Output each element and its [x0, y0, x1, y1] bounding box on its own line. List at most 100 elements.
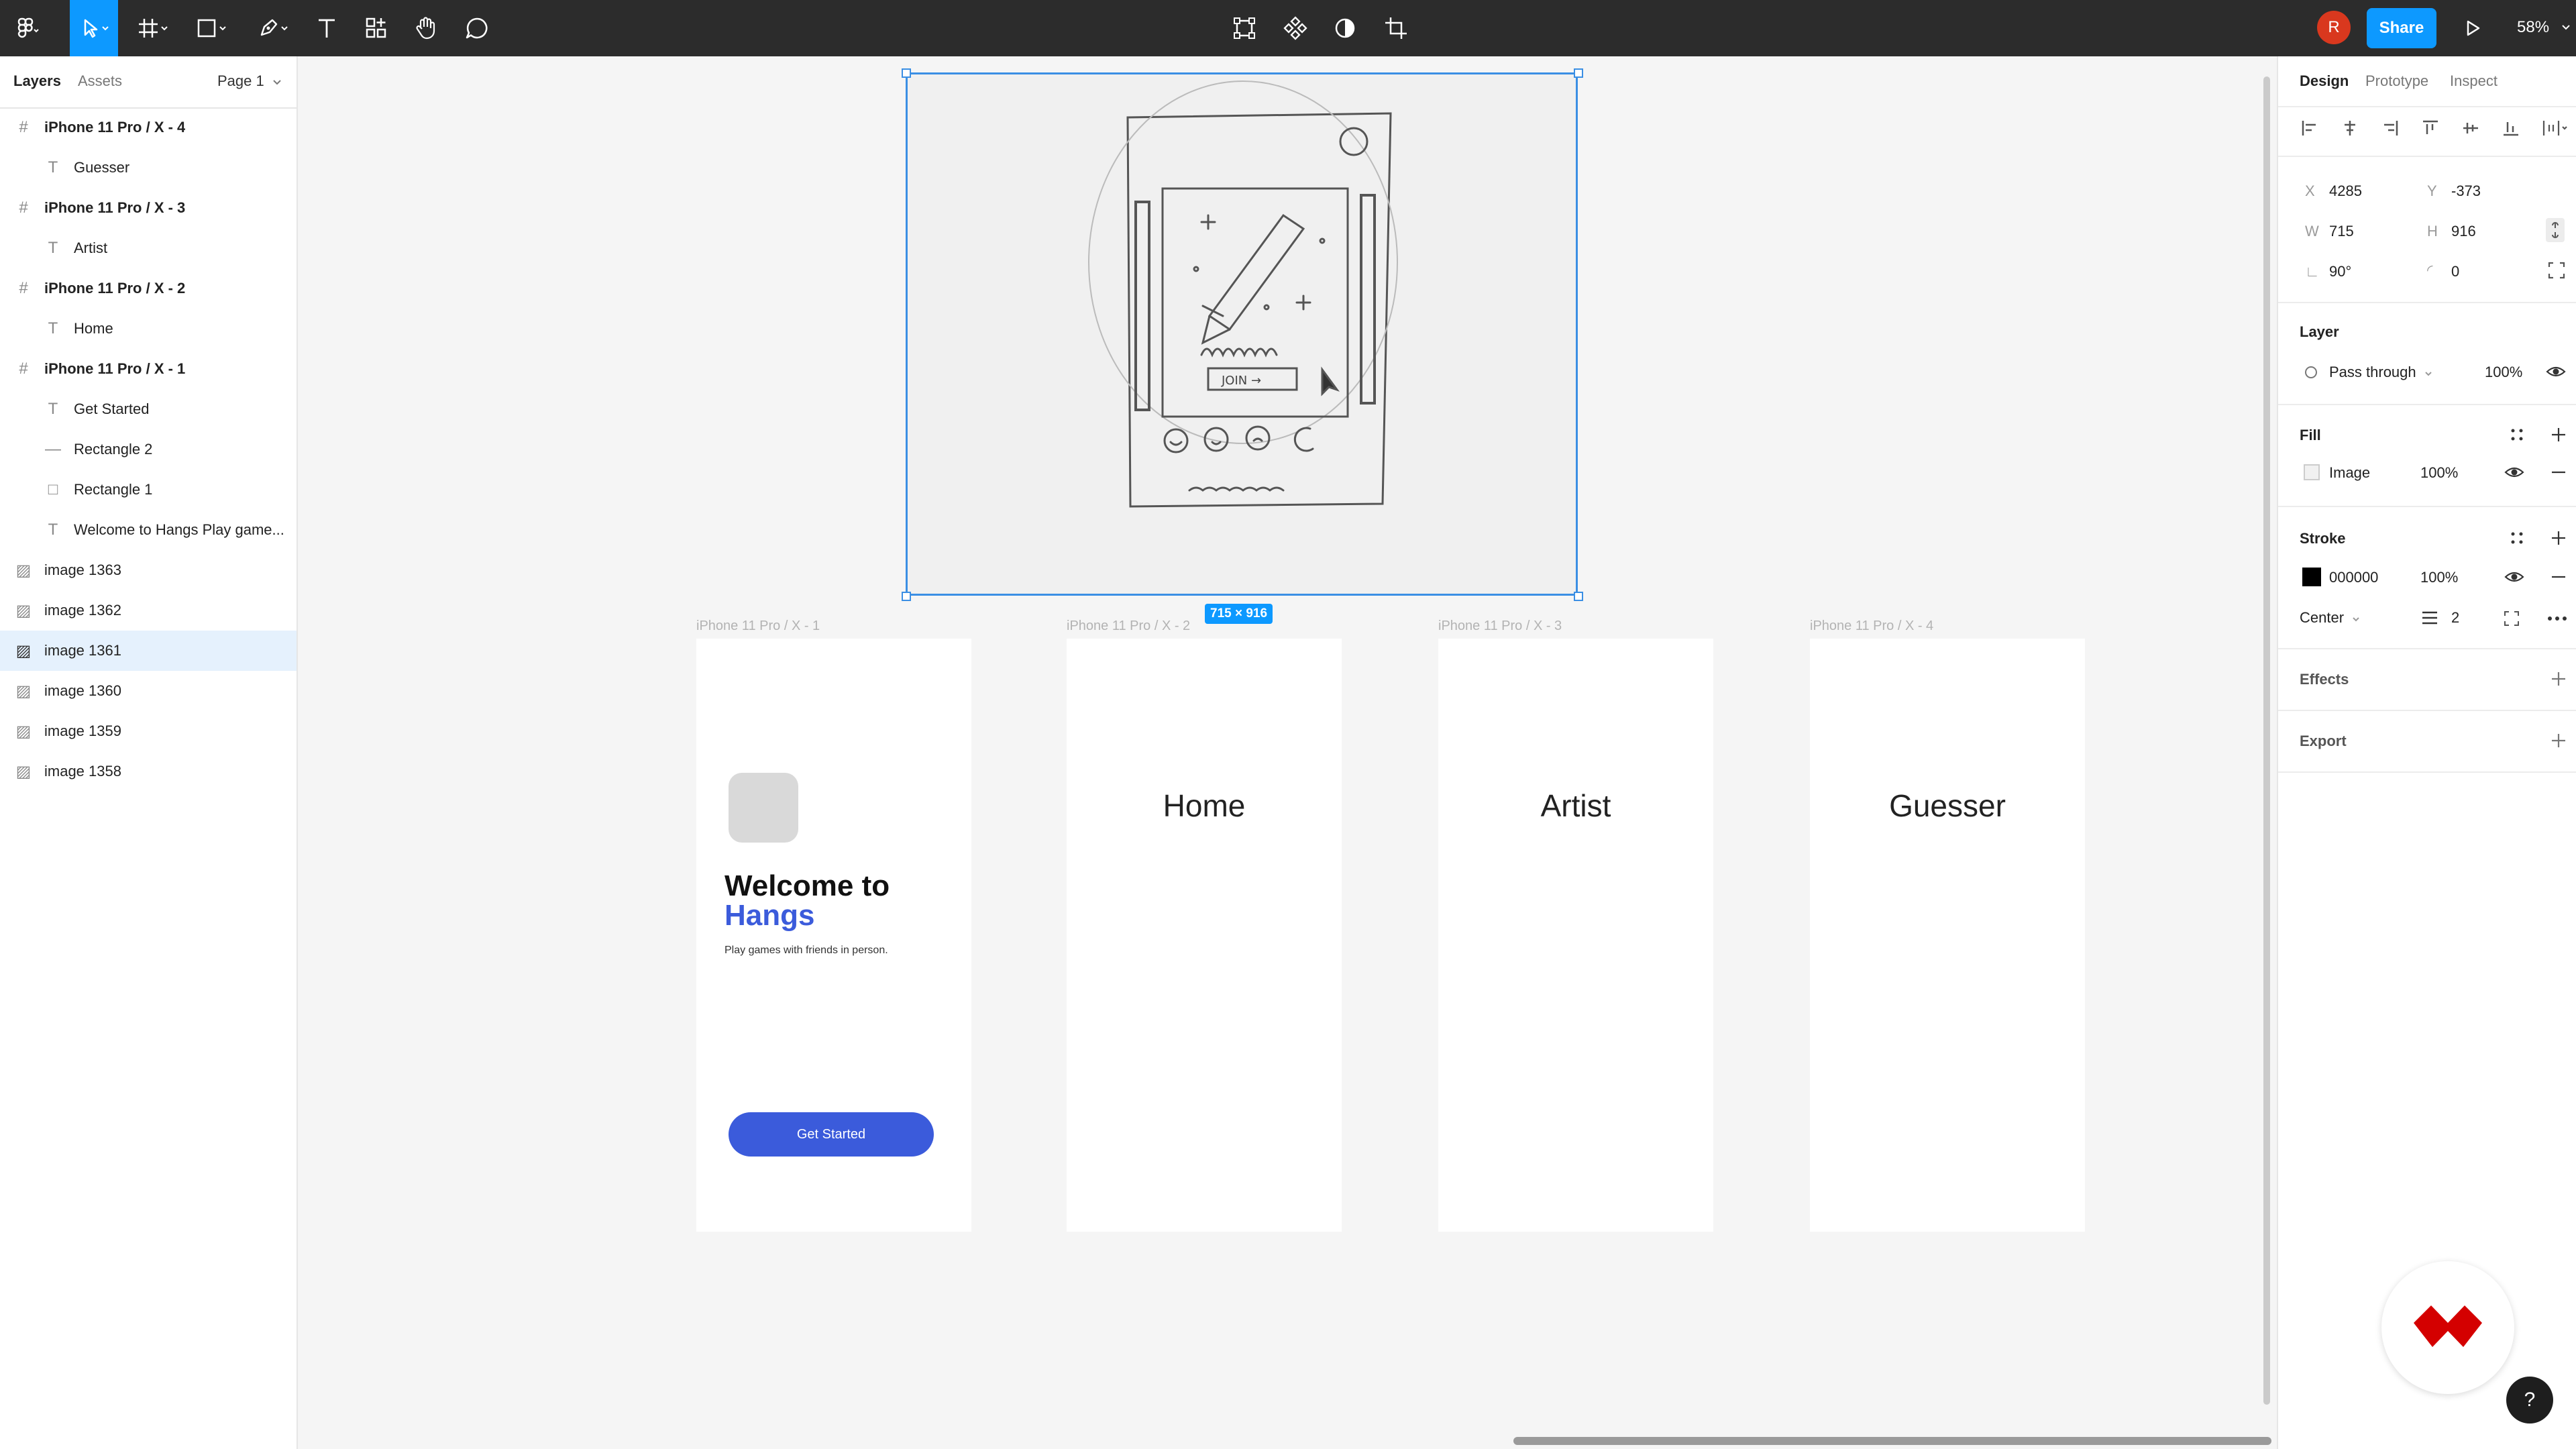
- resize-handle-top-left[interactable]: [902, 68, 911, 78]
- eye-icon[interactable]: [2504, 568, 2525, 586]
- edit-object-icon[interactable]: [1228, 0, 1261, 56]
- x-input[interactable]: 4285: [2329, 182, 2362, 200]
- layer-row[interactable]: T Guesser: [0, 148, 297, 188]
- help-button[interactable]: ?: [2506, 1377, 2553, 1424]
- eye-icon[interactable]: [2504, 463, 2525, 482]
- move-tool-icon[interactable]: [70, 0, 118, 56]
- stroke-weight-input[interactable]: 2: [2451, 609, 2459, 627]
- layer-row[interactable]: T Welcome to Hangs Play game...: [0, 510, 297, 550]
- frame-home[interactable]: Home: [1067, 639, 1342, 1232]
- design-canvas[interactable]: JOIN → 715 × 916 iPhone 11 Pro / X - 1 i…: [299, 56, 2275, 1449]
- y-input[interactable]: -373: [2451, 182, 2481, 200]
- component-icon[interactable]: [1279, 0, 1312, 56]
- mask-icon[interactable]: [1328, 0, 1362, 56]
- layer-row-selected[interactable]: ▨ image 1361: [0, 631, 297, 671]
- frame-guesser[interactable]: Guesser: [1810, 639, 2085, 1232]
- align-right-icon[interactable]: [2380, 118, 2400, 138]
- stroke-color-input[interactable]: 000000: [2329, 569, 2378, 586]
- page-selector[interactable]: Page 1: [217, 72, 282, 90]
- remove-stroke-icon[interactable]: [2549, 568, 2568, 586]
- fill-image-swatch[interactable]: [2304, 464, 2320, 480]
- layer-row[interactable]: ― Rectangle 2: [0, 429, 297, 470]
- zoom-level[interactable]: 58%: [2517, 18, 2549, 37]
- frame-artist[interactable]: Artist: [1438, 639, 1713, 1232]
- add-effect-icon[interactable]: [2549, 669, 2568, 688]
- align-horizontal-center-icon[interactable]: [2340, 118, 2360, 138]
- resources-icon[interactable]: [360, 0, 393, 56]
- independent-corners-icon[interactable]: [2548, 262, 2565, 279]
- layer-row[interactable]: □ Rectangle 1: [0, 470, 297, 510]
- stroke-sides-icon[interactable]: [2502, 609, 2521, 628]
- comment-icon[interactable]: [460, 0, 494, 56]
- selected-image-1361[interactable]: JOIN →: [906, 72, 1578, 596]
- layer-opacity-input[interactable]: 100%: [2485, 364, 2522, 381]
- frame-label[interactable]: iPhone 11 Pro / X - 2: [1067, 619, 1190, 634]
- resize-handle-bottom-right[interactable]: [1574, 592, 1583, 601]
- vertical-scrollbar[interactable]: [2263, 76, 2270, 1405]
- frame-label[interactable]: iPhone 11 Pro / X - 1: [696, 619, 820, 634]
- stroke-color-swatch[interactable]: [2302, 568, 2321, 586]
- crop-icon[interactable]: [1379, 0, 1413, 56]
- text-layer-icon: T: [48, 319, 58, 337]
- figma-menu-icon[interactable]: [7, 0, 44, 56]
- stroke-opacity-input[interactable]: 100%: [2420, 569, 2458, 586]
- layer-row[interactable]: ▨ image 1359: [0, 711, 297, 751]
- tab-design[interactable]: Design: [2300, 72, 2349, 90]
- fill-type-label[interactable]: Image: [2329, 464, 2370, 482]
- layer-row[interactable]: ▨ image 1363: [0, 550, 297, 590]
- horizontal-scrollbar[interactable]: [1513, 1437, 2271, 1445]
- frame-label[interactable]: iPhone 11 Pro / X - 3: [1438, 619, 1562, 634]
- layer-row[interactable]: # iPhone 11 Pro / X - 2: [0, 268, 297, 309]
- add-stroke-icon[interactable]: [2549, 529, 2568, 547]
- align-top-icon[interactable]: [2420, 118, 2440, 138]
- layer-row[interactable]: # iPhone 11 Pro / X - 1: [0, 349, 297, 389]
- constrain-proportions-icon[interactable]: [2545, 217, 2565, 243]
- layer-row[interactable]: T Artist: [0, 228, 297, 268]
- corner-radius-input[interactable]: 0: [2451, 263, 2459, 280]
- layer-row[interactable]: ▨ image 1362: [0, 590, 297, 631]
- frame-welcome[interactable]: Welcome to Hangs Play games with friends…: [696, 639, 971, 1232]
- get-started-button[interactable]: Get Started: [729, 1112, 934, 1157]
- frame-label[interactable]: iPhone 11 Pro / X - 4: [1810, 619, 1933, 634]
- share-button[interactable]: Share: [2367, 8, 2436, 48]
- pen-tool-icon[interactable]: [250, 0, 298, 56]
- align-bottom-icon[interactable]: [2501, 118, 2521, 138]
- resize-handle-top-right[interactable]: [1574, 68, 1583, 78]
- stroke-position-select[interactable]: Center: [2300, 609, 2360, 627]
- present-icon[interactable]: [2458, 0, 2487, 56]
- tab-inspect[interactable]: Inspect: [2450, 72, 2498, 90]
- layer-row[interactable]: ▨ image 1360: [0, 671, 297, 711]
- align-left-icon[interactable]: [2300, 118, 2320, 138]
- blend-mode-select[interactable]: Pass through: [2329, 364, 2432, 381]
- zoom-chevron-down-icon[interactable]: [2561, 24, 2571, 31]
- more-options-icon[interactable]: [2546, 610, 2568, 627]
- plugin-logo-badge[interactable]: [2381, 1261, 2514, 1394]
- blend-mode-icon: [2305, 366, 2317, 378]
- tab-assets[interactable]: Assets: [78, 72, 122, 90]
- align-vertical-center-icon[interactable]: [2461, 118, 2481, 138]
- eye-icon[interactable]: [2545, 362, 2567, 381]
- rotation-input[interactable]: 90°: [2329, 263, 2351, 280]
- tab-layers[interactable]: Layers: [13, 72, 61, 90]
- remove-fill-icon[interactable]: [2549, 463, 2568, 482]
- layer-row[interactable]: # iPhone 11 Pro / X - 3: [0, 188, 297, 228]
- layer-row[interactable]: T Home: [0, 309, 297, 349]
- layer-row[interactable]: T Get Started: [0, 389, 297, 429]
- add-export-icon[interactable]: [2549, 731, 2568, 750]
- tab-prototype[interactable]: Prototype: [2365, 72, 2428, 90]
- layer-row[interactable]: ▨ image 1358: [0, 751, 297, 792]
- layer-row[interactable]: # iPhone 11 Pro / X - 4: [0, 107, 297, 148]
- frame-tool-icon[interactable]: [131, 0, 173, 56]
- hand-tool-icon[interactable]: [409, 0, 443, 56]
- fill-opacity-input[interactable]: 100%: [2420, 464, 2458, 482]
- user-avatar[interactable]: R: [2317, 11, 2351, 44]
- style-grid-icon[interactable]: [2509, 427, 2525, 443]
- text-tool-icon[interactable]: [310, 0, 343, 56]
- width-input[interactable]: 715: [2329, 223, 2354, 240]
- shape-tool-icon[interactable]: [188, 0, 236, 56]
- style-grid-icon[interactable]: [2509, 530, 2525, 546]
- add-fill-icon[interactable]: [2549, 425, 2568, 444]
- height-input[interactable]: 916: [2451, 223, 2476, 240]
- resize-handle-bottom-left[interactable]: [902, 592, 911, 601]
- distribute-icon[interactable]: [2541, 118, 2568, 138]
